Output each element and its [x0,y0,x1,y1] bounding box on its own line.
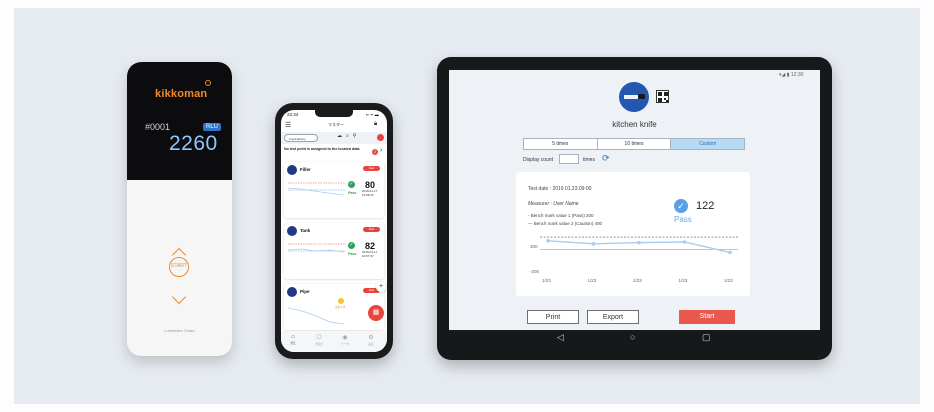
item-name: kitchen knife [612,120,657,129]
data-point [546,238,550,243]
data-point [591,242,596,246]
check-icon: ✓ [348,242,355,249]
tablet-screen: ▾◢ ▮ 12:30 kitchen knife 5 times 10 time… [449,70,820,330]
data-point [637,240,641,245]
device-model-label: Lumitester Smart [164,328,195,333]
back-icon[interactable]: ◁ [557,332,564,343]
card-trend-chart [288,182,346,196]
chevron-down-icon[interactable] [171,289,187,305]
tablet: ▾◢ ▮ 12:30 kitchen knife 5 times 10 time… [437,57,832,360]
home-icon[interactable]: ○ [630,332,635,342]
recents-icon[interactable]: ▢ [702,332,711,343]
hamburger-menu-icon[interactable]: ☰ [285,121,291,129]
caution-text: 注意 2 件 [335,306,346,309]
card-name: Tank [300,228,311,233]
y-tick-label: 300 [530,244,538,249]
measurer: Measurer : User Name [528,201,579,207]
x-tick-label: 1/23 [633,278,642,283]
result-value: 122 [696,200,715,212]
start-button[interactable]: Start [679,310,735,324]
print-button[interactable]: Print [527,310,579,324]
tablet-status-bar: ▾◢ ▮ 12:30 [779,72,804,78]
nav-item-measure[interactable]: ⌂ 測定 [283,334,303,345]
warning-message: No test point is assigned to the located… [284,147,361,151]
display-count-label: Display count [523,157,554,163]
test-point-card[interactable]: Filler Start ✓ 80 Pass 2019-01-17 10:58:1… [284,162,384,218]
chevron-right-icon[interactable]: › [380,147,382,154]
tab-custom[interactable]: Custom [671,139,745,149]
device-brand: kikkoman [155,88,208,100]
check-icon: ✓ [348,181,355,188]
card-trend-chart [288,307,345,325]
test-point-card[interactable]: Tank Start ✓ 82 Pass 2019-01-17 10:57:47 [284,223,384,279]
card-start-button[interactable]: Start [363,227,380,232]
phone-status-icons: ▪▪ ᯤ ▬ [366,112,379,117]
smartphone: 22:34 ▪▪ ᯤ ▬ ☰ マスター 🔒︎ Food factory ☁⌕⚲ … [275,103,393,359]
scan-button[interactable]: ▦ [368,305,384,321]
nav-item-data[interactable]: ◉ データ [335,334,355,346]
tab-10-times[interactable]: 10 times [598,139,672,149]
x-tick-label: 1/23 [724,278,733,283]
tablet-nav-bar: ◁ ○ ▢ [449,330,820,348]
phone-time: 22:34 [287,112,299,117]
phone-notch [315,110,353,117]
knife-icon [619,82,649,112]
card-pass: Pass [348,191,357,195]
device-sample-id: #0001 [145,122,171,132]
card-pass: Pass [348,252,357,256]
card-name: Pipe [300,289,310,294]
trend-chart [540,236,738,255]
home-icon: ⌂ [291,334,295,340]
export-button[interactable]: Export [587,310,639,324]
point-icon: ⎔ [316,335,322,341]
caution-icon [338,298,344,304]
tab-5-times[interactable]: 5 times [524,139,598,149]
benchmark-1: - Bench mark value 1 (Pass) 200 [528,213,594,218]
add-button[interactable]: + [376,282,386,292]
phone-screen: 22:34 ▪▪ ᯤ ▬ ☰ マスター 🔒︎ Food factory ☁⌕⚲ … [281,110,387,352]
card-date: 2019-01-17 10:58:16 [362,189,378,197]
test-date: Test date : 2019.01.23.09:00 [528,186,592,192]
data-point [728,250,732,255]
luminometer-device: kikkoman #0001 RLU 2260 START Lumitester… [127,62,232,356]
warning-count-badge: 2 [372,149,378,155]
toolbar-icons[interactable]: ☁⌕⚲ [337,133,360,139]
device-unit-badge: RLU [203,123,222,131]
gear-icon: ⚙ [368,335,374,341]
x-tick-label: 1/23 [678,278,688,283]
data-icon: ◉ [342,335,348,341]
display-count-input[interactable] [559,154,579,164]
x-tick-label: 1/23 [542,278,551,283]
card-name: Filler [300,167,311,172]
nav-item-settings[interactable]: ⚙ 設定 [361,334,381,346]
refresh-icon[interactable]: ⟳ [602,153,610,164]
card-date: 2019-01-17 10:57:47 [362,250,378,258]
brand-mark-icon [205,80,211,86]
lock-icon[interactable]: 🔒︎ [374,121,377,128]
filler-icon [287,165,297,175]
y-tick-label: -200 [530,269,540,274]
group-select[interactable]: Food factory [284,134,318,142]
result-status: Pass [674,215,692,224]
card-trend-chart [288,243,346,253]
benchmark-2: — Bench mark value 2 (Caution) 400 [528,221,603,226]
nav-item-points[interactable]: ⎔ 測定点 [309,334,329,346]
display-count-unit: times [583,157,595,163]
device-reading: 2260 [169,132,218,155]
device-display: kikkoman #0001 RLU 2260 [127,62,232,180]
data-point [682,240,687,244]
count-tabs: 5 times 10 times Custom [523,138,745,150]
result-card: Test date : 2019.01.23.09:00 Measurer : … [516,172,750,296]
pipe-icon [287,287,297,297]
bottom-nav: ⌂ 測定 ⎔ 測定点 ◉ データ ⚙ 設定 [281,331,387,352]
tank-icon [287,226,297,236]
phone-header-title: マスター [328,122,344,127]
alert-icon[interactable] [377,134,384,141]
product-scene: kikkoman #0001 RLU 2260 START Lumitester… [0,0,934,412]
x-tick-label: 1/23 [587,278,597,283]
card-start-button[interactable]: Start [363,166,380,171]
check-icon: ✓ [674,199,688,213]
qr-code-icon[interactable] [656,90,669,103]
